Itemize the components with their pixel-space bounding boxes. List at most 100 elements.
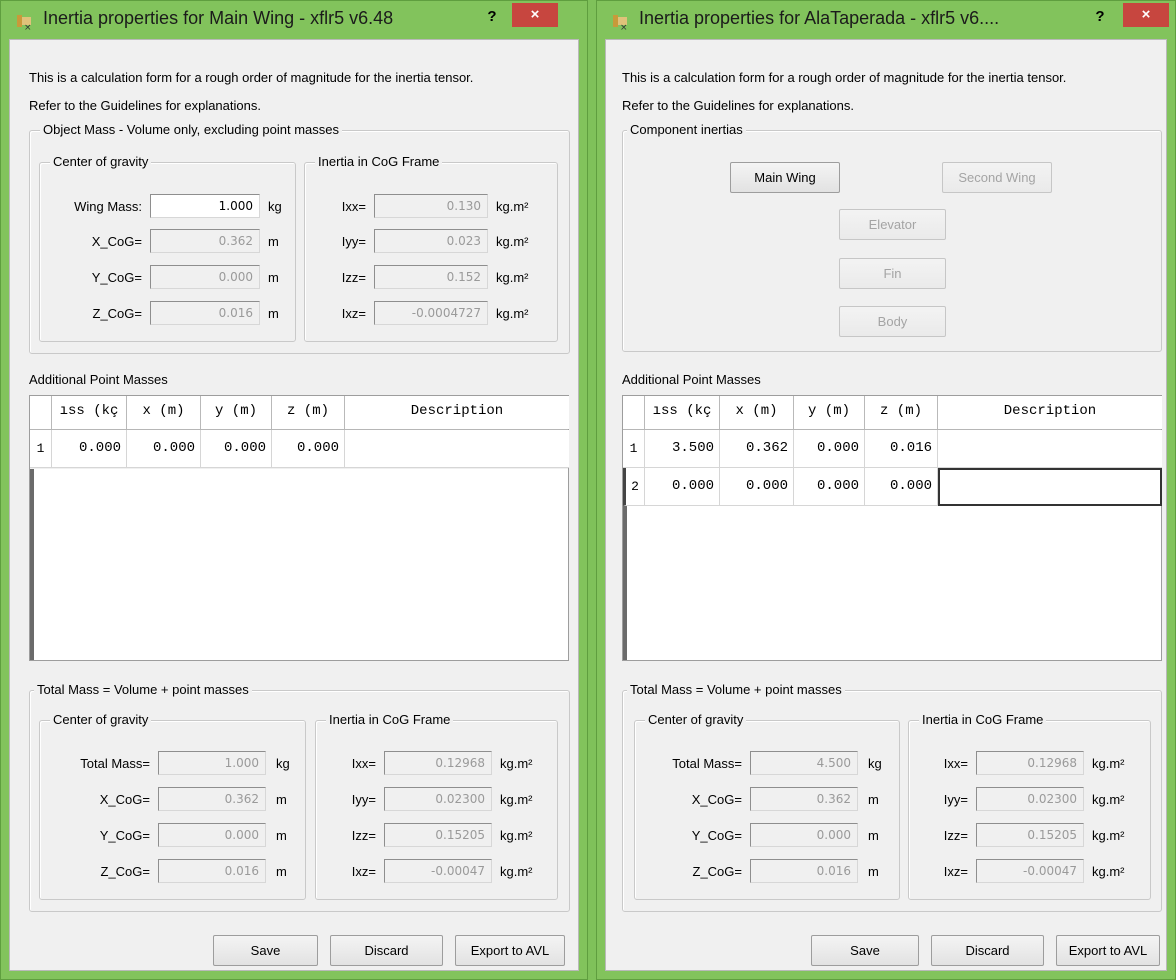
ycog-label: Y_CoG= (91, 270, 142, 285)
export-avl-button[interactable]: Export to AVL (1056, 935, 1160, 966)
unit-kgm2: kg.m² (500, 756, 533, 771)
svg-text:×: × (24, 23, 32, 31)
elevator-button[interactable]: Elevator (839, 209, 946, 240)
close-button[interactable]: × (1123, 3, 1169, 27)
zcog-label: Z_CoG= (92, 306, 143, 321)
corner-header[interactable] (30, 396, 52, 429)
help-button[interactable]: ? (477, 5, 507, 29)
discard-button[interactable]: Discard (330, 935, 443, 966)
total-ixz-label: Ixz= (943, 864, 968, 879)
cell-x[interactable]: 0.362 (720, 430, 794, 468)
total-ixx-label: Ixx= (351, 756, 376, 771)
total-ycog-field: 0.000 (750, 823, 858, 847)
object-mass-group-title: Object Mass - Volume only, excluding poi… (40, 122, 343, 137)
total-ycog-label: Y_CoG= (99, 828, 150, 843)
help-button[interactable]: ? (1085, 5, 1115, 29)
table-empty-area[interactable] (34, 469, 568, 660)
close-button[interactable]: × (512, 3, 558, 27)
point-masses-table[interactable]: ıss (kç x (m) y (m) z (m) Description 1 … (622, 395, 1162, 661)
table-row[interactable]: 1 0.000 0.000 0.000 0.000 (30, 430, 569, 468)
total-xcog-label: X_CoG= (691, 792, 742, 807)
table-empty-area[interactable] (627, 506, 1161, 660)
column-header-mass[interactable]: ıss (kç (52, 396, 127, 429)
corner-header[interactable] (623, 396, 645, 429)
cell-z[interactable]: 0.000 (272, 430, 345, 468)
dialog-body: This is a calculation form for a rough o… (9, 39, 579, 971)
table-row[interactable]: 1 3.500 0.362 0.000 0.016 (623, 430, 1162, 468)
table-header: ıss (kç x (m) y (m) z (m) Description (623, 396, 1162, 430)
unit-kgm2: kg.m² (496, 306, 529, 321)
total-ixx-field: 0.12968 (384, 751, 492, 775)
table-row[interactable]: 2 0.000 0.000 0.000 0.000 (623, 468, 1162, 506)
column-header-mass[interactable]: ıss (kç (645, 396, 720, 429)
row-number[interactable]: 1 (30, 430, 52, 468)
total-xcog-label: X_CoG= (99, 792, 150, 807)
title-bar[interactable]: × Inertia properties for Main Wing - xfl… (1, 1, 587, 39)
fin-button[interactable]: Fin (839, 258, 946, 289)
total-mass-field: 4.500 (750, 751, 858, 775)
cell-mass[interactable]: 0.000 (645, 468, 720, 506)
cell-x[interactable]: 0.000 (127, 430, 201, 468)
cell-description[interactable] (938, 430, 1162, 468)
cell-mass[interactable]: 0.000 (52, 430, 127, 468)
unit-kgm2: kg.m² (496, 270, 529, 285)
total-ycog-label: Y_CoG= (691, 828, 742, 843)
total-ixx-label: Ixx= (943, 756, 968, 771)
cell-mass[interactable]: 3.500 (645, 430, 720, 468)
column-header-z[interactable]: z (m) (865, 396, 938, 429)
point-masses-label: Additional Point Masses (29, 372, 168, 387)
cell-x[interactable]: 0.000 (720, 468, 794, 506)
total-mass-label: Total Mass= (672, 756, 742, 771)
title-bar[interactable]: × Inertia properties for AlaTaperada - x… (597, 1, 1175, 39)
cell-z[interactable]: 0.000 (865, 468, 938, 506)
wing-mass-input[interactable]: 1.000 (150, 194, 260, 218)
intro-text-1: This is a calculation form for a rough o… (29, 70, 474, 85)
column-header-x[interactable]: x (m) (720, 396, 794, 429)
main-wing-button[interactable]: Main Wing (730, 162, 840, 193)
row-number[interactable]: 1 (623, 430, 645, 468)
cell-y[interactable]: 0.000 (201, 430, 272, 468)
body-button[interactable]: Body (839, 306, 946, 337)
discard-button[interactable]: Discard (931, 935, 1044, 966)
column-header-z[interactable]: z (m) (272, 396, 345, 429)
point-masses-table[interactable]: ıss (kç x (m) y (m) z (m) Description 1 … (29, 395, 569, 661)
total-mass-field: 1.000 (158, 751, 266, 775)
column-header-description[interactable]: Description (345, 396, 569, 429)
total-iyy-label: Iyy= (351, 792, 376, 807)
column-header-y[interactable]: y (m) (794, 396, 865, 429)
cell-description-editing[interactable] (938, 468, 1162, 506)
save-button[interactable]: Save (213, 935, 318, 966)
point-masses-label: Additional Point Masses (622, 372, 761, 387)
column-header-description[interactable]: Description (938, 396, 1162, 429)
save-button[interactable]: Save (811, 935, 919, 966)
total-ixz-field: -0.00047 (976, 859, 1084, 883)
ixz-field: -0.0004727 (374, 301, 488, 325)
window-title: Inertia properties for Main Wing - xflr5… (43, 8, 394, 28)
unit-m: m (868, 864, 879, 879)
unit-kgm2: kg.m² (1092, 864, 1125, 879)
ixz-label: Ixz= (341, 306, 366, 321)
total-ixz-label: Ixz= (351, 864, 376, 879)
ixx-field: 0.130 (374, 194, 488, 218)
cell-y[interactable]: 0.000 (794, 430, 865, 468)
inertia-group-title: Inertia in CoG Frame (315, 154, 443, 169)
cell-y[interactable]: 0.000 (794, 468, 865, 506)
unit-kgm2: kg.m² (500, 792, 533, 807)
column-header-x[interactable]: x (m) (127, 396, 201, 429)
cell-z[interactable]: 0.016 (865, 430, 938, 468)
dialog-body: This is a calculation form for a rough o… (605, 39, 1167, 971)
total-zcog-label: Z_CoG= (692, 864, 743, 879)
export-avl-button[interactable]: Export to AVL (455, 935, 565, 966)
svg-text:×: × (620, 23, 628, 31)
wing-mass-label: Wing Mass: (74, 199, 142, 214)
unit-kgm2: kg.m² (1092, 792, 1125, 807)
column-header-y[interactable]: y (m) (201, 396, 272, 429)
second-wing-button[interactable]: Second Wing (942, 162, 1052, 193)
unit-kgm2: kg.m² (496, 234, 529, 249)
total-xcog-field: 0.362 (750, 787, 858, 811)
ycog-field: 0.000 (150, 265, 260, 289)
unit-kgm2: kg.m² (496, 199, 529, 214)
total-ycog-field: 0.000 (158, 823, 266, 847)
row-number[interactable]: 2 (623, 468, 645, 506)
cell-description[interactable] (345, 430, 569, 468)
